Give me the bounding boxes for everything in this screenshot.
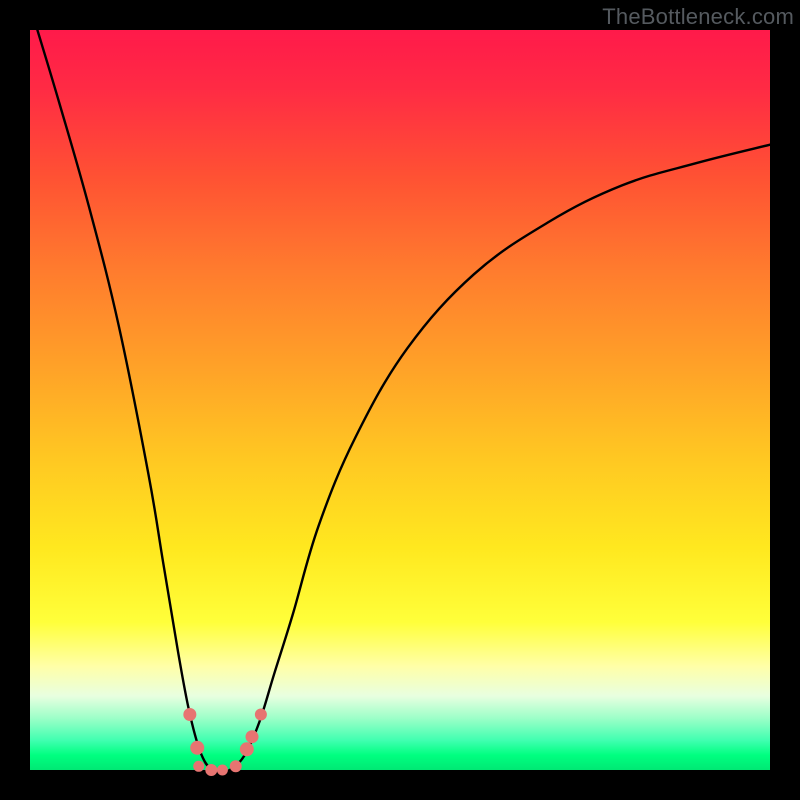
bottleneck-curve — [37, 30, 770, 772]
chart-area — [30, 30, 770, 770]
data-marker — [190, 741, 204, 755]
data-marker — [205, 764, 217, 776]
data-marker — [246, 730, 259, 743]
data-marker — [193, 761, 204, 772]
watermark-text: TheBottleneck.com — [602, 4, 794, 30]
bottleneck-chart-svg — [30, 30, 770, 770]
data-marker — [255, 709, 267, 721]
data-marker — [183, 708, 196, 721]
data-marker — [240, 742, 254, 756]
data-marker — [217, 765, 228, 776]
data-marker — [230, 760, 242, 772]
marker-group — [183, 708, 267, 776]
